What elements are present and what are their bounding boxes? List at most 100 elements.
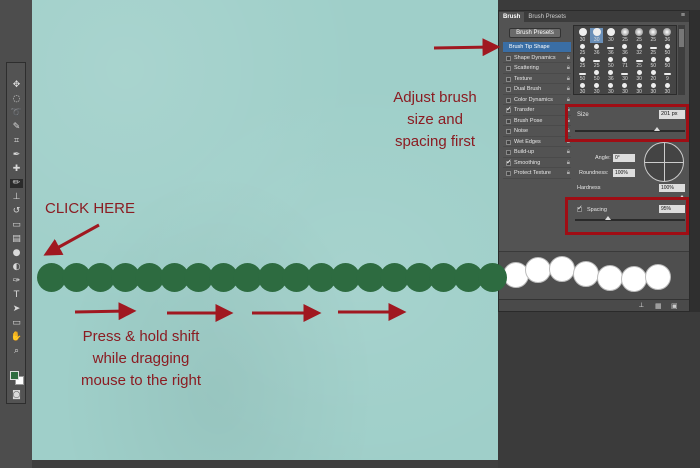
- brush-tip-preset[interactable]: 32: [633, 44, 646, 56]
- brush-tip-preset[interactable]: 30: [590, 83, 603, 95]
- brush-tip-preset[interactable]: 50: [590, 70, 603, 82]
- brush-tip-preset[interactable]: 20: [647, 70, 660, 82]
- brush-tip-preset[interactable]: 30: [618, 70, 631, 82]
- foreground-color-swatch[interactable]: [10, 371, 19, 380]
- option-smoothing[interactable]: Smoothing 🔒︎: [503, 158, 571, 168]
- option-dual-brush[interactable]: Dual Brush 🔒︎: [503, 84, 571, 95]
- lock-icon[interactable]: 🔒︎: [567, 95, 570, 105]
- checkbox-checked[interactable]: [506, 158, 512, 168]
- checkbox[interactable]: [506, 129, 511, 134]
- lock-icon[interactable]: 🔒︎: [567, 147, 570, 157]
- lock-icon[interactable]: 🔒︎: [567, 74, 570, 84]
- lock-icon[interactable]: 🔒︎: [567, 84, 570, 94]
- healing-tool-icon[interactable]: ✚: [10, 165, 23, 174]
- pen-tool-icon[interactable]: ✑: [10, 277, 23, 286]
- brush-tip-preset[interactable]: 25: [618, 28, 631, 43]
- history-brush-tool-icon[interactable]: ↺: [10, 207, 23, 216]
- brush-tip-preset[interactable]: 36: [661, 28, 674, 43]
- quick-mask-icon[interactable]: ◙: [10, 391, 23, 400]
- option-transfer[interactable]: Transfer🔒︎: [503, 105, 571, 116]
- brush-tip-preset[interactable]: 25: [633, 57, 646, 69]
- option-noise[interactable]: Noise 🔒︎: [503, 126, 571, 137]
- brush-tip-preset[interactable]: 30: [590, 28, 604, 43]
- lasso-tool-icon[interactable]: ➰: [10, 109, 23, 118]
- option-protect-texture[interactable]: Protect Texture 🔒︎: [503, 168, 571, 179]
- brush-tip-preset[interactable]: 50: [661, 57, 674, 69]
- brush-tip-preset[interactable]: 71: [618, 57, 631, 69]
- option-color-dynamics[interactable]: Color Dynamics 🔒︎: [503, 95, 571, 105]
- brush-tip-preset[interactable]: 36: [618, 44, 631, 56]
- eraser-tool-icon[interactable]: ▭: [10, 221, 23, 230]
- brush-tip-preset[interactable]: 30: [618, 83, 631, 95]
- checkbox[interactable]: [506, 118, 511, 124]
- brush-tip-preset[interactable]: 30: [647, 83, 660, 95]
- lock-icon[interactable]: 🔒︎: [567, 168, 570, 178]
- brush-tip-preset[interactable]: 25: [633, 28, 646, 43]
- lock-icon[interactable]: 🔒︎: [567, 53, 570, 63]
- brush-tool-icon[interactable]: ✏: [10, 179, 23, 188]
- brush-tip-preset[interactable]: 30: [604, 83, 617, 95]
- checkbox[interactable]: [506, 150, 511, 155]
- type-tool-icon[interactable]: T: [10, 291, 23, 300]
- quick-select-tool-icon[interactable]: ✎: [10, 123, 23, 132]
- shape-tool-icon[interactable]: ▭: [10, 319, 23, 328]
- lock-icon[interactable]: 🔒︎: [567, 63, 570, 73]
- checkbox[interactable]: [506, 97, 511, 103]
- brush-tip-preset[interactable]: 25: [647, 44, 660, 56]
- angle-roundness-widget[interactable]: [644, 142, 684, 182]
- option-brush-pose[interactable]: Brush Pose 🔒︎: [503, 116, 571, 126]
- checkbox[interactable]: [506, 55, 511, 61]
- lock-icon[interactable]: 🔒︎: [567, 158, 570, 168]
- option-scattering[interactable]: Scattering 🔒︎: [503, 63, 571, 74]
- brush-tip-preset[interactable]: 25: [647, 28, 660, 43]
- gradient-tool-icon[interactable]: ▤: [10, 235, 23, 244]
- brush-tip-preset[interactable]: 25: [576, 57, 589, 69]
- tab-brush[interactable]: Brush: [499, 12, 525, 22]
- brush-tip-preset[interactable]: 9: [661, 70, 674, 82]
- brush-tip-preset[interactable]: 50: [647, 57, 660, 69]
- checkbox[interactable]: [506, 66, 511, 71]
- brush-tip-preset[interactable]: 50: [604, 57, 617, 69]
- checkbox[interactable]: [506, 87, 511, 92]
- tab-brush-presets[interactable]: Brush Presets: [524, 12, 570, 22]
- brush-tip-preset[interactable]: 36: [604, 70, 617, 82]
- checkbox-checked[interactable]: [506, 105, 512, 115]
- brush-presets-button[interactable]: Brush Presets: [509, 28, 561, 38]
- option-build-up[interactable]: Build-up 🔒︎: [503, 147, 571, 158]
- grid-icon[interactable]: ▦: [655, 302, 662, 310]
- move-tool-icon[interactable]: ✥: [10, 81, 23, 90]
- checkbox[interactable]: [506, 76, 511, 82]
- option-shape-dynamics[interactable]: Shape Dynamics 🔒︎: [503, 53, 571, 63]
- angle-input[interactable]: 0°: [613, 154, 635, 162]
- crop-tool-icon[interactable]: ⌗: [10, 137, 23, 146]
- new-preset-icon[interactable]: ▣: [671, 302, 678, 310]
- tip-grid-scrollbar[interactable]: [678, 25, 685, 95]
- brush-tip-preset[interactable]: 50: [661, 44, 674, 56]
- brush-tip-preset[interactable]: 30: [633, 83, 646, 95]
- brush-tip-preset[interactable]: 36: [604, 44, 617, 56]
- panel-menu-icon[interactable]: ≡: [681, 12, 685, 19]
- checkbox[interactable]: [506, 171, 511, 176]
- marquee-tool-icon[interactable]: ◌: [10, 95, 23, 104]
- checkbox[interactable]: [506, 139, 511, 145]
- brush-tip-preset[interactable]: 30: [661, 83, 674, 95]
- brush-tip-preset[interactable]: 25: [590, 57, 603, 69]
- toggle-preview-icon[interactable]: ⟂: [639, 302, 644, 310]
- option-texture[interactable]: Texture 🔒︎: [503, 74, 571, 84]
- brush-tip-preset[interactable]: 36: [590, 44, 603, 56]
- hardness-input[interactable]: 100%: [659, 184, 685, 192]
- brush-tip-preset[interactable]: 50: [576, 70, 589, 82]
- brush-tip-preset[interactable]: 30: [576, 28, 589, 43]
- path-select-tool-icon[interactable]: ➤: [10, 305, 23, 314]
- eyedropper-tool-icon[interactable]: ✒: [10, 151, 23, 160]
- option-wet-edges[interactable]: Wet Edges 🔒︎: [503, 137, 571, 147]
- option-brush-tip-shape[interactable]: Brush Tip Shape: [503, 42, 571, 53]
- brush-tip-preset[interactable]: 30: [576, 83, 589, 95]
- zoom-tool-icon[interactable]: ⌕: [10, 347, 23, 356]
- dodge-tool-icon[interactable]: ◐: [10, 263, 23, 272]
- roundness-input[interactable]: 100%: [613, 169, 635, 177]
- brush-tip-preset[interactable]: 25: [576, 44, 589, 56]
- blur-tool-icon[interactable]: ●: [10, 249, 23, 258]
- hand-tool-icon[interactable]: ✋: [10, 333, 23, 342]
- brush-tip-preset[interactable]: 30: [633, 70, 646, 82]
